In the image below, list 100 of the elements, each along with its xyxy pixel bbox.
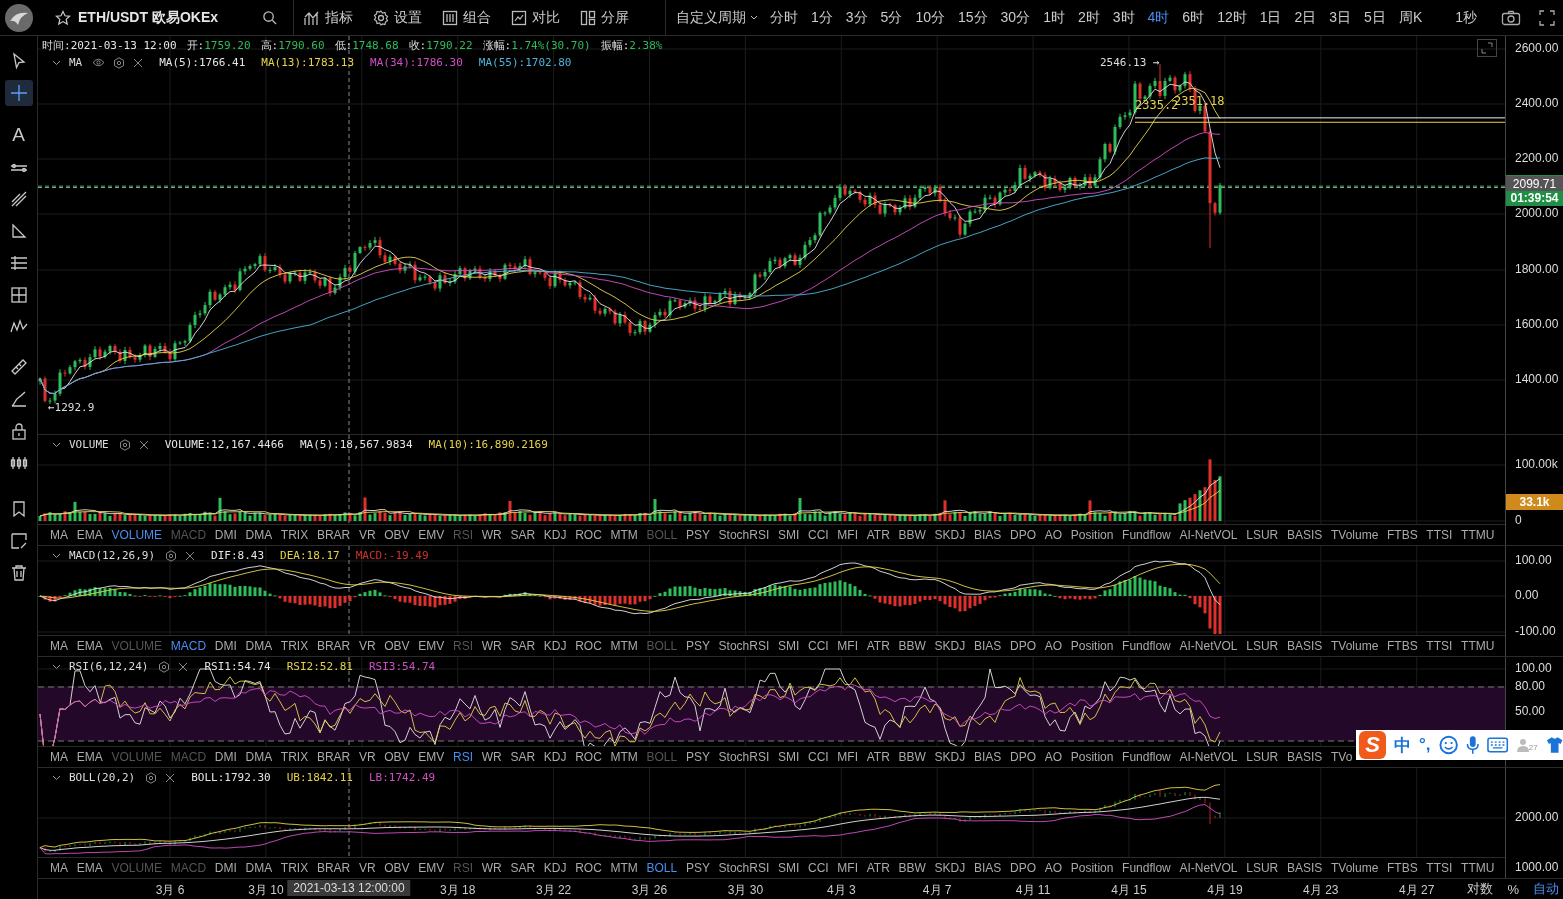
- axis-mode-button[interactable]: 对数: [1467, 880, 1494, 898]
- indicator-tab[interactable]: BASIS: [1286, 750, 1323, 764]
- indicator-tab[interactable]: OBV: [384, 750, 410, 764]
- period-tab[interactable]: 3时: [1112, 8, 1135, 27]
- settings-icon[interactable]: [165, 549, 178, 562]
- keyboard-icon[interactable]: [1487, 737, 1509, 753]
- period-tab[interactable]: 1日: [1259, 8, 1282, 27]
- indicator-tab[interactable]: AI-NetVOL: [1179, 528, 1238, 542]
- indicator-tab[interactable]: SAR: [510, 639, 536, 653]
- indicator-tab[interactable]: ROC: [575, 639, 602, 653]
- indicator-tab[interactable]: ROC: [575, 750, 602, 764]
- indicator-tab[interactable]: BBW: [898, 528, 926, 542]
- indicator-tab[interactable]: MFI: [837, 861, 859, 875]
- caret-icon[interactable]: [52, 59, 61, 66]
- indicator-tab[interactable]: LSUR: [1246, 861, 1279, 875]
- period-tab[interactable]: 30分: [1000, 8, 1031, 27]
- indicator-tab[interactable]: DMA: [245, 750, 273, 764]
- indicator-tab[interactable]: BASIS: [1286, 528, 1323, 542]
- indicator-tab[interactable]: TRIX: [280, 639, 309, 653]
- indicator-tab[interactable]: SMI: [777, 528, 800, 542]
- indicator-tab[interactable]: BOLL: [646, 861, 678, 875]
- indicator-tab[interactable]: EMA: [76, 528, 103, 542]
- indicator-tab[interactable]: BIAS: [973, 750, 1002, 764]
- indicator-tab[interactable]: EMV: [418, 861, 445, 875]
- indicator-tab[interactable]: CCI: [808, 750, 829, 764]
- indicator-tab[interactable]: VR: [358, 528, 376, 542]
- indicator-tab[interactable]: DMI: [214, 750, 237, 764]
- indicator-tab[interactable]: AO: [1044, 750, 1062, 764]
- indicator-tab[interactable]: SMI: [777, 639, 800, 653]
- indicator-tab[interactable]: PSY: [685, 528, 710, 542]
- indicator-tab[interactable]: EMV: [418, 639, 445, 653]
- indicator-tab[interactable]: SMI: [777, 750, 800, 764]
- indicator-tab[interactable]: PSY: [685, 639, 710, 653]
- indicator-tab[interactable]: TRIX: [280, 861, 309, 875]
- text-tool-button[interactable]: A: [4, 122, 33, 148]
- indicator-tab[interactable]: SAR: [510, 528, 536, 542]
- indicator-tab[interactable]: SMI: [777, 861, 800, 875]
- period-tab[interactable]: 6时: [1182, 8, 1205, 27]
- indicator-tab[interactable]: WR: [481, 861, 502, 875]
- toolbar-button[interactable]: 设置: [373, 8, 422, 27]
- punctuation-toggle[interactable]: °,: [1419, 735, 1431, 755]
- indicator-tab[interactable]: BIAS: [973, 861, 1002, 875]
- indicator-tab[interactable]: Fundflow: [1122, 861, 1171, 875]
- indicator-tab[interactable]: Fundflow: [1122, 750, 1171, 764]
- caret-icon[interactable]: [52, 441, 61, 448]
- indicator-tab[interactable]: SKDJ: [934, 639, 966, 653]
- close-icon[interactable]: [133, 57, 144, 68]
- smiley-icon[interactable]: [1438, 735, 1458, 755]
- indicator-tab[interactable]: TRIX: [280, 528, 309, 542]
- caret-icon[interactable]: [52, 774, 61, 781]
- star-icon[interactable]: [55, 9, 71, 26]
- indicator-tab[interactable]: StochRSI: [718, 861, 770, 875]
- indicator-tab[interactable]: TTSI: [1426, 528, 1453, 542]
- close-icon[interactable]: [185, 550, 196, 561]
- indicator-tab[interactable]: AO: [1044, 639, 1062, 653]
- settings-icon[interactable]: [145, 771, 158, 784]
- indicator-tab[interactable]: MACD: [170, 639, 207, 653]
- indicator-tab[interactable]: MA: [50, 750, 68, 764]
- indicator-tab[interactable]: DMI: [214, 528, 237, 542]
- settings-icon[interactable]: [113, 56, 126, 69]
- period-tab[interactable]: 1时: [1043, 8, 1065, 27]
- indicator-tab[interactable]: SAR: [510, 750, 536, 764]
- indicator-tab[interactable]: TTMU: [1461, 861, 1495, 875]
- indicator-tab[interactable]: CCI: [808, 639, 829, 653]
- indicator-tab[interactable]: StochRSI: [718, 750, 770, 764]
- indicator-tab[interactable]: MFI: [837, 639, 859, 653]
- indicator-tab[interactable]: OBV: [384, 528, 410, 542]
- indicator-tab[interactable]: TTMU: [1461, 639, 1495, 653]
- indicator-tab[interactable]: BRAR: [316, 861, 351, 875]
- indicator-tab[interactable]: DPO: [1009, 750, 1036, 764]
- indicator-tab[interactable]: TVolume: [1330, 528, 1379, 542]
- indicator-tab[interactable]: MFI: [837, 528, 859, 542]
- indicator-tab[interactable]: Fundflow: [1122, 528, 1171, 542]
- refresh-interval[interactable]: 1秒: [1455, 8, 1477, 27]
- indicator-tab[interactable]: BBW: [898, 639, 926, 653]
- indicator-tab[interactable]: FTBS: [1387, 861, 1418, 875]
- toolbar-button[interactable]: 组合: [442, 8, 491, 27]
- period-tab[interactable]: 3分: [845, 8, 868, 27]
- indicator-tab[interactable]: Position: [1070, 750, 1114, 764]
- indicator-tab[interactable]: EMA: [76, 861, 103, 875]
- axis-mode-button[interactable]: %: [1507, 880, 1519, 898]
- indicator-tab[interactable]: PSY: [685, 861, 710, 875]
- indicator-tab[interactable]: VR: [358, 750, 376, 764]
- indicator-tab[interactable]: PSY: [685, 750, 710, 764]
- settings-icon[interactable]: [158, 660, 171, 673]
- indicator-tab[interactable]: EMA: [76, 750, 103, 764]
- indicator-tab[interactable]: FTBS: [1387, 528, 1418, 542]
- indicator-tab[interactable]: TRIX: [280, 750, 309, 764]
- caret-icon[interactable]: [52, 663, 61, 670]
- indicator-tab[interactable]: CCI: [808, 528, 829, 542]
- indicator-tab[interactable]: StochRSI: [718, 639, 770, 653]
- indicator-tab[interactable]: AI-NetVOL: [1179, 750, 1238, 764]
- indicator-tab[interactable]: AI-NetVOL: [1179, 639, 1238, 653]
- indicator-tab[interactable]: CCI: [808, 861, 829, 875]
- indicator-tab[interactable]: StochRSI: [718, 528, 770, 542]
- indicator-tab[interactable]: MA: [50, 639, 68, 653]
- indicator-tab[interactable]: SAR: [510, 861, 536, 875]
- indicator-tab[interactable]: TVo: [1330, 750, 1353, 764]
- close-icon[interactable]: [138, 439, 149, 450]
- period-tab[interactable]: 分时: [770, 8, 798, 27]
